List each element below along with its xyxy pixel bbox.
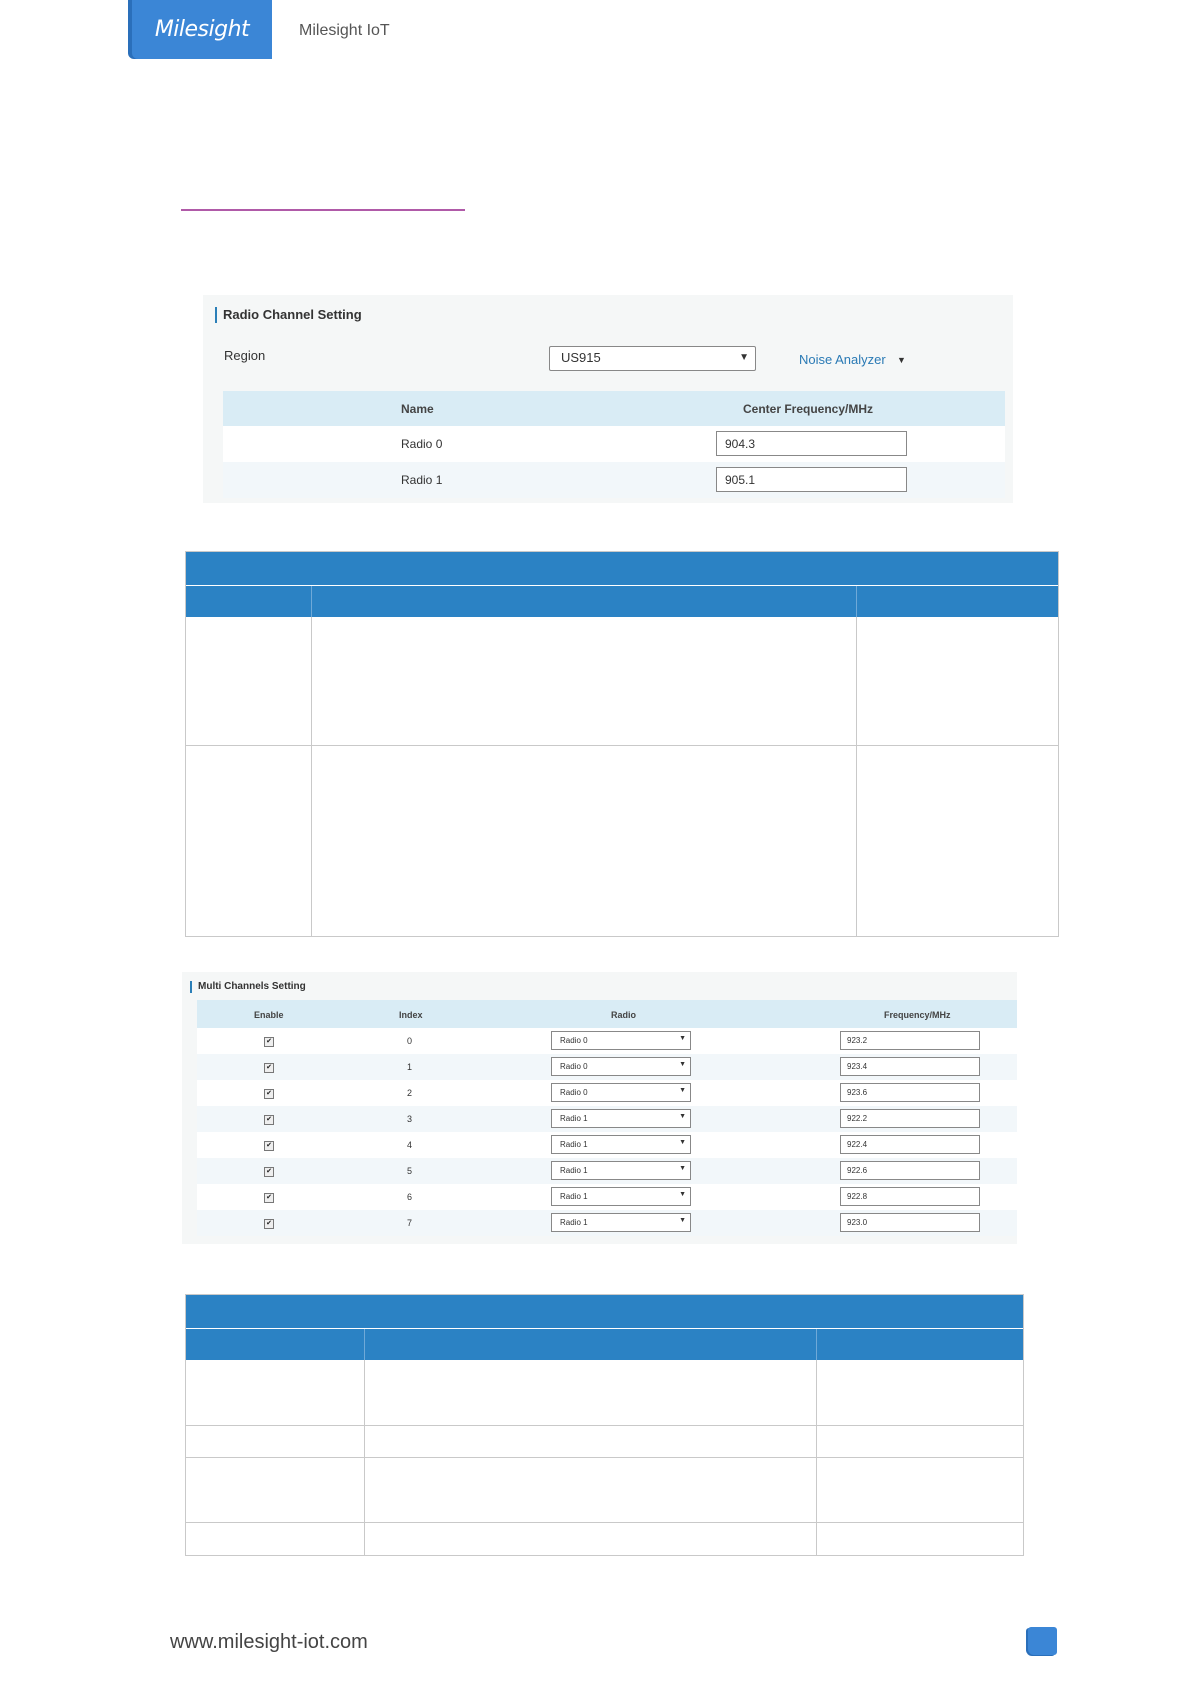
radio-select-value: Radio 1 <box>560 1166 588 1175</box>
chevron-down-icon: ▼ <box>679 1165 686 1172</box>
frequency-input[interactable]: 922.6 <box>840 1161 980 1180</box>
channel-row: ✔ 0 Radio 0 ▼ 923.2 <box>197 1028 1017 1054</box>
enable-checkbox[interactable]: ✔ <box>264 1167 274 1177</box>
frequency-input[interactable]: 923.4 <box>840 1057 980 1076</box>
multi-channels-table-header: Enable Index Radio Frequency/MHz <box>197 1000 1017 1028</box>
enable-checkbox[interactable]: ✔ <box>264 1037 274 1047</box>
chevron-down-icon: ▼ <box>739 352 749 363</box>
radio-row: Radio 1 905.1 <box>223 462 1005 498</box>
index-column-header: Index <box>399 1010 423 1020</box>
table-header-bar <box>186 586 1058 617</box>
table-title-bar <box>186 1295 1023 1328</box>
channel-row: ✔ 1 Radio 0 ▼ 923.4 <box>197 1054 1017 1080</box>
region-select[interactable]: US915 ▼ <box>549 346 756 371</box>
channel-row: ✔ 7 Radio 1 ▼ 923.0 <box>197 1210 1017 1236</box>
page-chip <box>1028 1627 1057 1655</box>
channel-row: ✔ 5 Radio 1 ▼ 922.6 <box>197 1158 1017 1184</box>
channel-index: 5 <box>407 1166 413 1176</box>
radio-name: Radio 0 <box>401 437 443 451</box>
frequency-input[interactable]: 922.2 <box>840 1109 980 1128</box>
region-label: Region <box>224 348 266 363</box>
center-frequency-input[interactable]: 904.3 <box>716 431 907 456</box>
chevron-down-icon: ▼ <box>679 1061 686 1068</box>
channel-index: 1 <box>407 1062 413 1072</box>
table-title-bar <box>186 552 1058 585</box>
enable-checkbox[interactable]: ✔ <box>264 1219 274 1229</box>
parameter-table-2 <box>185 1294 1024 1556</box>
frequency-input[interactable]: 922.8 <box>840 1187 980 1206</box>
channel-index: 2 <box>407 1088 413 1098</box>
channel-row: ✔ 4 Radio 1 ▼ 922.4 <box>197 1132 1017 1158</box>
noise-analyzer-link[interactable]: Noise Analyzer <box>799 352 886 367</box>
heading-underline <box>181 209 465 211</box>
radio-select-value: Radio 1 <box>560 1192 588 1201</box>
radio-select-value: Radio 1 <box>560 1140 588 1149</box>
channel-index: 3 <box>407 1114 413 1124</box>
table-header-bar <box>186 1329 1023 1360</box>
channel-row: ✔ 2 Radio 0 ▼ 923.6 <box>197 1080 1017 1106</box>
channel-row: ✔ 6 Radio 1 ▼ 922.8 <box>197 1184 1017 1210</box>
frequency-input[interactable]: 923.6 <box>840 1083 980 1102</box>
center-frequency-column-header: Center Frequency/MHz <box>743 402 874 416</box>
radio-column-header: Radio <box>611 1010 637 1020</box>
radio-select[interactable]: Radio 1 ▼ <box>551 1213 691 1232</box>
channel-index: 0 <box>407 1036 413 1046</box>
caret-down-icon[interactable]: ▼ <box>897 355 906 365</box>
radio-name: Radio 1 <box>401 473 443 487</box>
brand-name: Milesight IoT <box>299 22 390 39</box>
radio-channel-setting-title: Radio Channel Setting <box>215 307 362 323</box>
radio-select-value: Radio 0 <box>560 1062 588 1071</box>
chevron-down-icon: ▼ <box>679 1035 686 1042</box>
enable-checkbox[interactable]: ✔ <box>264 1141 274 1151</box>
radio-select[interactable]: Radio 0 ▼ <box>551 1057 691 1076</box>
radio-table-header: Name Center Frequency/MHz <box>223 391 1005 426</box>
channel-index: 4 <box>407 1140 413 1150</box>
channel-index: 7 <box>407 1218 413 1228</box>
enable-checkbox[interactable]: ✔ <box>264 1115 274 1125</box>
enable-checkbox[interactable]: ✔ <box>264 1193 274 1203</box>
channel-index: 6 <box>407 1192 413 1202</box>
radio-select[interactable]: Radio 1 ▼ <box>551 1187 691 1206</box>
region-value: US915 <box>561 350 601 365</box>
radio-select-value: Radio 1 <box>560 1114 588 1123</box>
enable-checkbox[interactable]: ✔ <box>264 1063 274 1073</box>
chevron-down-icon: ▼ <box>679 1087 686 1094</box>
name-column-header: Name <box>401 402 434 416</box>
chevron-down-icon: ▼ <box>679 1113 686 1120</box>
multi-channels-setting-title: Multi Channels Setting <box>190 981 306 993</box>
radio-select-value: Radio 0 <box>560 1036 588 1045</box>
radio-select[interactable]: Radio 0 ▼ <box>551 1031 691 1050</box>
frequency-input[interactable]: 923.2 <box>840 1031 980 1050</box>
radio-select[interactable]: Radio 1 ▼ <box>551 1161 691 1180</box>
radio-select-value: Radio 1 <box>560 1218 588 1227</box>
chevron-down-icon: ▼ <box>679 1217 686 1224</box>
frequency-column-header: Frequency/MHz <box>884 1010 951 1020</box>
frequency-input[interactable]: 923.0 <box>840 1213 980 1232</box>
multi-channels-setting-panel: Multi Channels Setting Enable Index Radi… <box>182 972 1017 1244</box>
logo: Milesight <box>132 0 272 59</box>
chevron-down-icon: ▼ <box>679 1139 686 1146</box>
enable-checkbox[interactable]: ✔ <box>264 1089 274 1099</box>
footer-url: www.milesight-iot.com <box>170 1631 368 1653</box>
radio-select[interactable]: Radio 1 ▼ <box>551 1135 691 1154</box>
channel-row: ✔ 3 Radio 1 ▼ 922.2 <box>197 1106 1017 1132</box>
center-frequency-input[interactable]: 905.1 <box>716 467 907 492</box>
radio-row: Radio 0 904.3 <box>223 426 1005 462</box>
radio-channel-setting-panel: Radio Channel Setting Region US915 ▼ Noi… <box>203 295 1013 503</box>
enable-column-header: Enable <box>254 1010 284 1020</box>
parameter-table-1 <box>185 551 1059 937</box>
radio-select[interactable]: Radio 1 ▼ <box>551 1109 691 1128</box>
radio-select[interactable]: Radio 0 ▼ <box>551 1083 691 1102</box>
chevron-down-icon: ▼ <box>679 1191 686 1198</box>
radio-select-value: Radio 0 <box>560 1088 588 1097</box>
logo-text: Milesight <box>154 17 250 42</box>
frequency-input[interactable]: 922.4 <box>840 1135 980 1154</box>
